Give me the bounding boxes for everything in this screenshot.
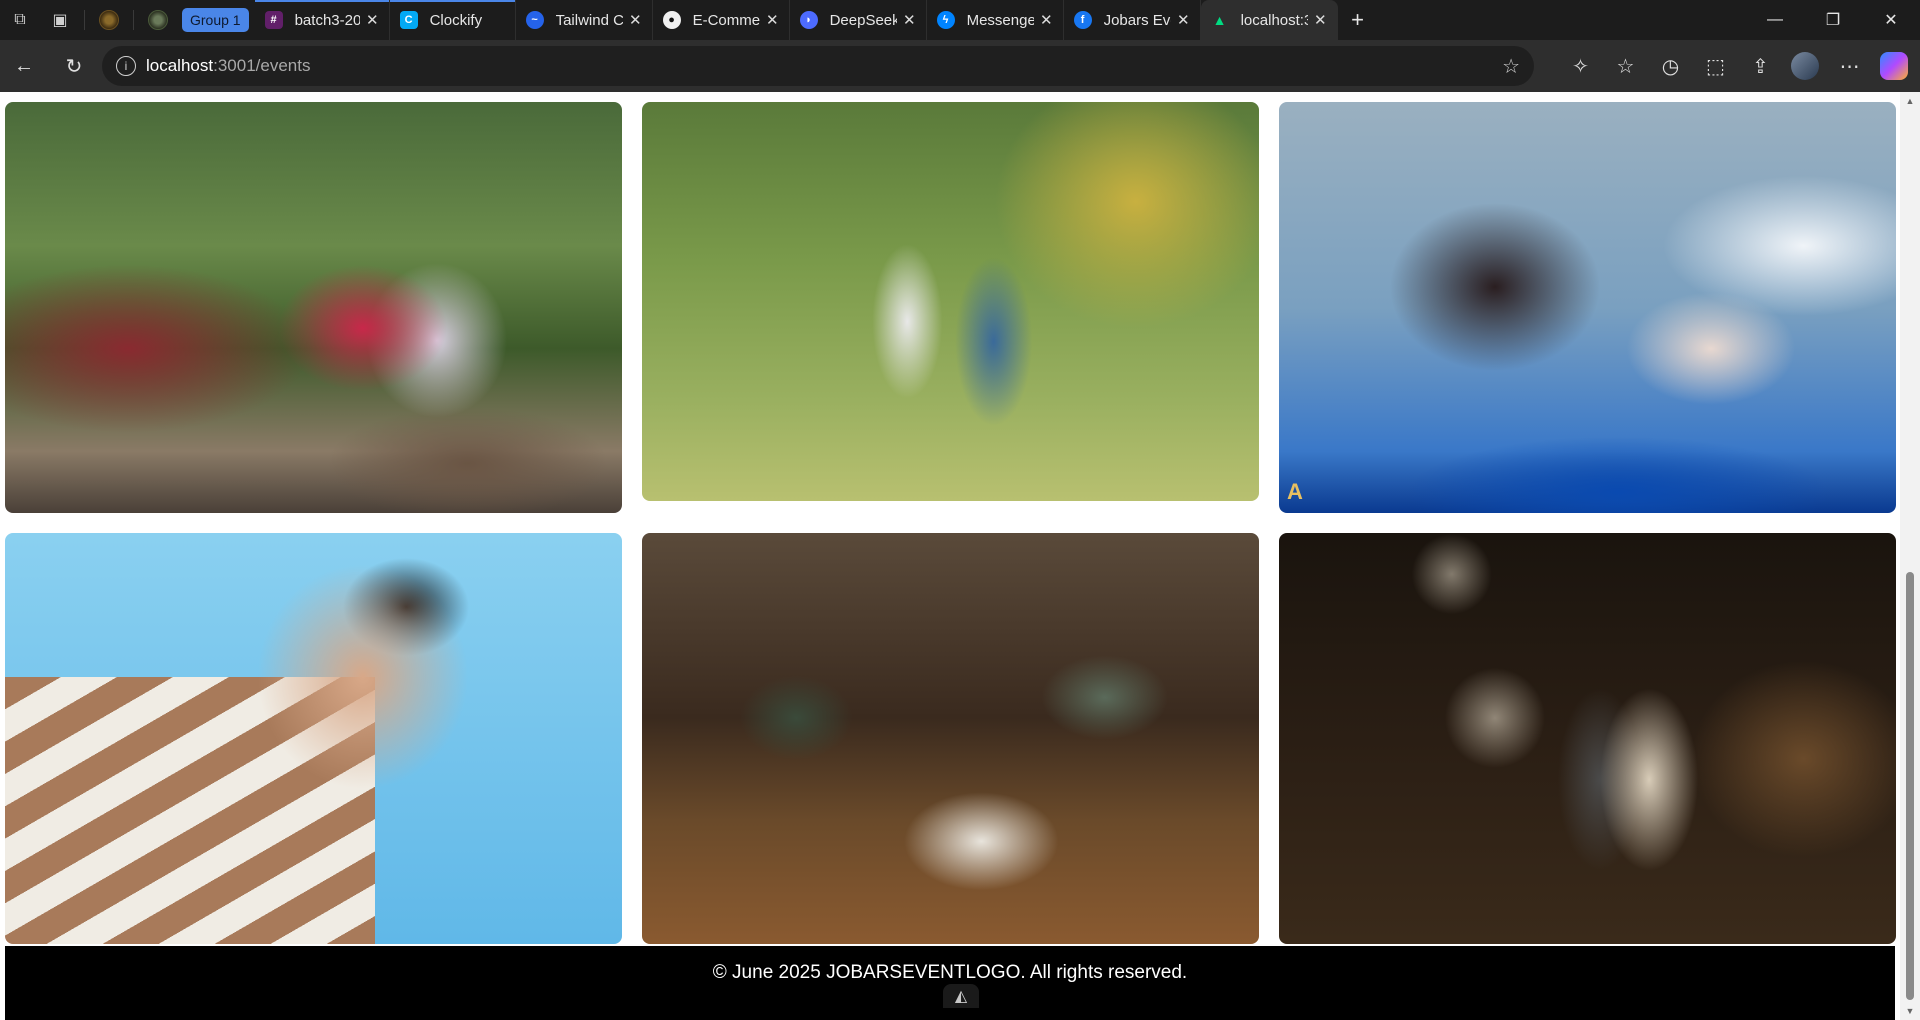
copyright-text: © June 2025 JOBARSEVENTLOGO. All rights … (712, 962, 1188, 983)
gallery-photo[interactable] (1279, 533, 1896, 944)
close-icon[interactable]: ✕ (1040, 11, 1053, 29)
close-icon[interactable]: ✕ (903, 11, 916, 29)
restore-icon[interactable]: ❐ (1804, 0, 1862, 40)
tab-group-label[interactable]: Group 1 (182, 8, 249, 32)
url-path: :3001/events (213, 56, 311, 75)
gallery-photo[interactable] (5, 533, 622, 944)
tab-title: DeepSeek - In (829, 11, 898, 29)
close-icon[interactable]: ✕ (629, 11, 642, 29)
close-window-icon[interactable]: ✕ (1862, 0, 1920, 40)
watermark-logo: A (1287, 479, 1303, 504)
tab-title: Tailwind CSS (555, 11, 624, 29)
tab-title: Clockify (429, 11, 483, 29)
tab-title: Jobars Events (1103, 11, 1171, 29)
browser-toolbar: ← ↻ i localhost:3001/events ☆ ✧ ☆ ◷ ⬚ ⇪ … (0, 40, 1920, 92)
scrollbar-thumb[interactable] (1906, 572, 1914, 1000)
divider (84, 10, 85, 30)
tab-jobars-events[interactable]: f Jobars Events ✕ (1064, 0, 1201, 40)
tab-title: batch3-2025 (294, 11, 361, 29)
url-host: localhost (146, 56, 214, 75)
toolbar-right: ✧ ☆ ◷ ⬚ ⇪ ⋯ (1558, 46, 1920, 86)
profile-avatar[interactable] (1791, 52, 1819, 80)
close-icon[interactable]: ✕ (1314, 11, 1327, 29)
tab-tailwind[interactable]: ~ Tailwind CSS ✕ (516, 0, 653, 40)
close-icon[interactable]: ✕ (366, 11, 379, 29)
pinned-tab-2[interactable] (138, 0, 178, 40)
clockify-icon: C (399, 11, 418, 29)
page-footer: © June 2025 JOBARSEVENTLOGO. All rights … (5, 946, 1895, 1020)
tab-localhost[interactable]: ▲ localhost:300 ✕ (1200, 0, 1338, 40)
tab-ecommerce[interactable]: ● E-Commerce ✕ (653, 0, 790, 40)
divider (133, 10, 134, 30)
tab-clockify[interactable]: C Clockify (389, 0, 516, 40)
tab-messenger[interactable]: ϟ Messenger ✕ (927, 0, 1064, 40)
gallery-photo[interactable] (642, 102, 1259, 501)
refresh-icon[interactable]: ↻ (54, 46, 94, 86)
close-icon[interactable]: ✕ (766, 11, 779, 29)
tailwind-icon: ~ (525, 11, 544, 29)
close-icon[interactable]: ✕ (1177, 11, 1190, 29)
deepseek-icon: ◗ (799, 11, 818, 29)
history-icon[interactable]: ◷ (1648, 46, 1693, 86)
pinned-site-icon (99, 10, 119, 30)
pinned-tab-1[interactable] (89, 0, 129, 40)
more-menu-icon[interactable]: ⋯ (1827, 46, 1872, 86)
nuxt-devtools-icon[interactable]: ◭ (943, 984, 979, 1008)
tab-batch3[interactable]: # batch3-2025 ✕ (254, 0, 390, 40)
extensions-icon[interactable]: ✧ (1558, 46, 1603, 86)
tab-strip: ⧉ ▣ Group 1 # batch3-2025 ✕ C Clockify ~… (0, 0, 1920, 40)
tab-title: Messenger (966, 11, 1035, 29)
address-bar[interactable]: i localhost:3001/events ☆ (102, 46, 1534, 86)
event-gallery: A (5, 102, 1896, 944)
facebook-icon: f (1073, 11, 1092, 29)
gallery-photo[interactable] (5, 102, 622, 513)
slack-icon: # (264, 11, 283, 29)
copilot-icon[interactable] (1880, 52, 1908, 80)
page-viewport: A © June 2025 JOBARSEVENTLOGO. All right… (0, 92, 1920, 1020)
nuxt-icon: ▲ (1212, 12, 1227, 28)
minimize-icon[interactable]: — (1746, 0, 1804, 40)
workspaces-icon[interactable]: ⧉ (0, 0, 40, 40)
messenger-icon: ϟ (936, 11, 955, 29)
site-info-icon[interactable]: i (116, 56, 136, 76)
new-tab-button[interactable]: + (1338, 0, 1378, 40)
vertical-tabs-icon[interactable]: ▣ (40, 0, 80, 40)
share-icon[interactable]: ⇪ (1738, 46, 1783, 86)
url-text: localhost:3001/events (146, 56, 310, 76)
favorite-star-icon[interactable]: ☆ (1502, 54, 1520, 79)
gallery-photo[interactable] (642, 533, 1259, 944)
pinned-site-icon (148, 10, 168, 30)
screenshot-icon[interactable]: ⬚ (1693, 46, 1738, 86)
back-arrow-icon[interactable]: ← (4, 46, 44, 86)
gallery-photo[interactable]: A (1279, 102, 1896, 513)
scroll-down-arrow-icon[interactable]: ▼ (1900, 1004, 1920, 1018)
tab-title: E-Commerce (692, 11, 761, 29)
window-controls: — ❐ ✕ (1746, 0, 1920, 40)
github-icon: ● (662, 11, 681, 29)
tab-title: localhost:300 (1240, 11, 1308, 29)
page-scrollbar[interactable]: ▲ ▼ (1900, 92, 1920, 1020)
tab-deepseek[interactable]: ◗ DeepSeek - In ✕ (790, 0, 927, 40)
scroll-up-arrow-icon[interactable]: ▲ (1900, 94, 1920, 108)
favorites-icon[interactable]: ☆ (1603, 46, 1648, 86)
